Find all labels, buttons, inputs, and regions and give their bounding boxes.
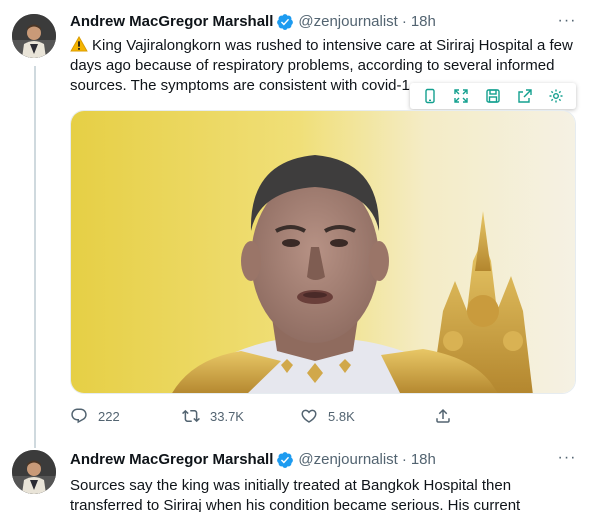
save-icon[interactable] bbox=[483, 86, 503, 106]
verified-badge-icon bbox=[277, 452, 294, 468]
tweet-header: Andrew MacGregor Marshall @zenjournalist… bbox=[70, 450, 565, 470]
reply-count: 222 bbox=[98, 408, 120, 424]
separator-dot: · bbox=[401, 451, 407, 468]
tweet[interactable]: Andrew MacGregor Marshall @zenjournalist… bbox=[0, 0, 605, 436]
share-out-icon[interactable] bbox=[515, 86, 535, 106]
portrait-photo bbox=[71, 111, 575, 393]
reply-button[interactable]: 222 bbox=[70, 404, 182, 428]
retweet-count: 33.7K bbox=[210, 408, 244, 424]
author-handle[interactable]: @zenjournalist bbox=[298, 450, 397, 470]
verified-badge-icon bbox=[277, 14, 294, 30]
more-options-icon[interactable]: ··· bbox=[557, 450, 577, 471]
like-button[interactable]: 5.8K bbox=[300, 404, 434, 428]
tweet[interactable]: Andrew MacGregor Marshall @zenjournalist… bbox=[0, 440, 605, 512]
tweet-header: Andrew MacGregor Marshall @zenjournalist… bbox=[70, 12, 565, 32]
warning-icon bbox=[70, 36, 88, 52]
settings-icon[interactable] bbox=[546, 86, 566, 106]
author-name[interactable]: Andrew MacGregor Marshall bbox=[70, 12, 273, 32]
retweet-icon bbox=[182, 409, 200, 423]
reply-icon bbox=[71, 408, 87, 424]
separator-dot: · bbox=[401, 13, 407, 30]
phone-icon[interactable] bbox=[420, 86, 440, 106]
tweet-actions: 222 33.7K 5.8K bbox=[70, 404, 510, 428]
retweet-button[interactable]: 33.7K bbox=[182, 404, 300, 428]
avatar[interactable] bbox=[12, 450, 56, 494]
author-name[interactable]: Andrew MacGregor Marshall bbox=[70, 450, 273, 470]
more-options-icon[interactable]: ··· bbox=[557, 13, 577, 34]
avatar[interactable] bbox=[12, 14, 56, 58]
share-icon bbox=[436, 408, 450, 423]
tweet-text: Sources say the king was initially treat… bbox=[70, 477, 521, 512]
tweet-photo[interactable] bbox=[70, 110, 576, 394]
like-count: 5.8K bbox=[328, 408, 355, 424]
author-handle[interactable]: @zenjournalist bbox=[298, 12, 397, 32]
timestamp[interactable]: 18h bbox=[411, 12, 436, 32]
expand-icon[interactable] bbox=[451, 86, 471, 106]
overlay-toolbar bbox=[410, 83, 576, 109]
timestamp[interactable]: 18h bbox=[411, 450, 436, 470]
share-button[interactable] bbox=[434, 404, 474, 428]
heart-icon bbox=[301, 409, 317, 423]
